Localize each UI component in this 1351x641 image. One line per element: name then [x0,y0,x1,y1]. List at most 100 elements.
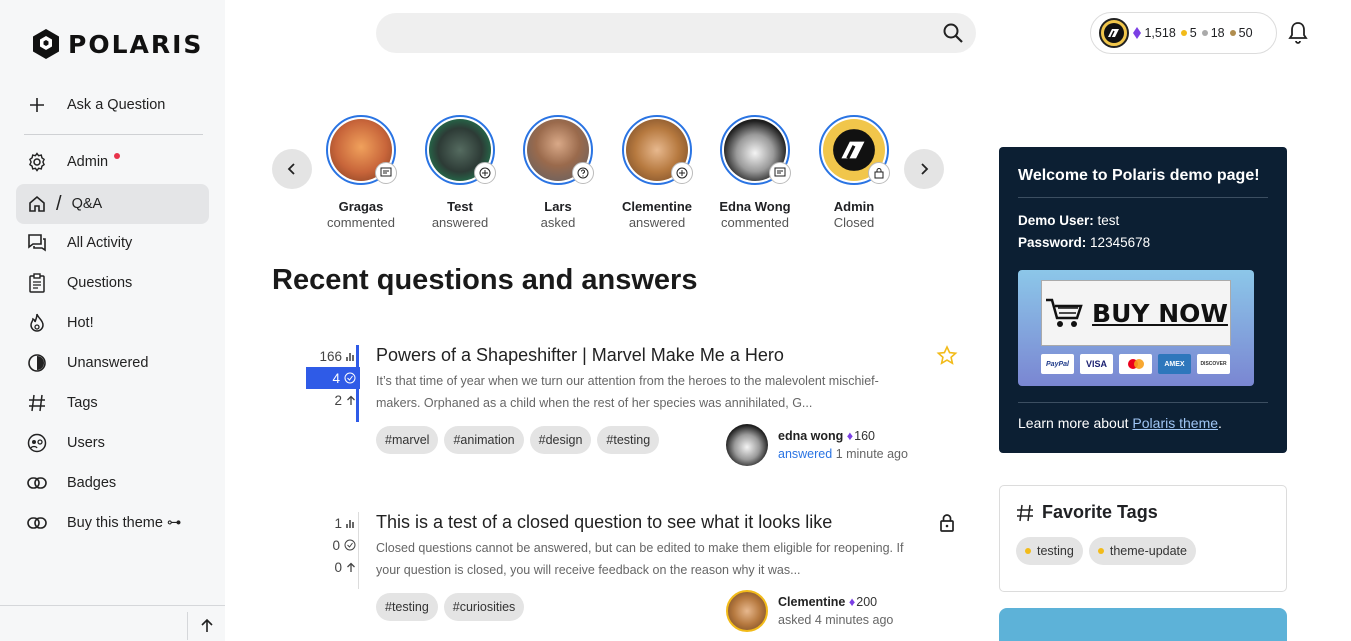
question-title-link[interactable]: Powers of a Shapeshifter | Marvel Make M… [376,345,784,366]
tag-dot-icon [1097,548,1104,554]
question-title-link[interactable]: This is a test of a closed question to s… [376,512,832,533]
bell-icon[interactable] [1286,20,1310,46]
story-action: commented [721,215,789,230]
favorite-tag-chip[interactable]: testing [1016,537,1083,565]
activity-link[interactable]: answered [778,447,832,461]
chat-icon [26,232,48,254]
question-icon [572,162,594,184]
sidebar-item-all-activity[interactable]: All Activity [16,223,209,263]
tag-chip[interactable]: #curiosities [443,593,525,621]
story-user-name: Lars [544,199,572,214]
demo-password-line: Password: 12345678 [1018,232,1268,254]
learn-more-text: Learn more about [1018,415,1129,431]
page-title: Recent questions and answers [272,264,698,296]
story-avatar-ring [720,115,791,185]
divider [1018,197,1268,198]
sidebar-item-admin[interactable]: Admin [16,142,209,182]
sidebar-item-label: Admin [67,154,109,170]
brand-logo[interactable]: POLARIS [32,28,203,60]
lock-icon [940,514,954,532]
star-icon[interactable] [936,345,958,367]
silver-dot-icon [1201,30,1208,36]
story-item[interactable]: Admin Closed [809,115,899,230]
sidebar-item-buy-theme[interactable]: Buy this theme ⊶ [16,503,209,543]
half-circle-icon [26,352,48,374]
author-name[interactable]: Clementine [778,595,845,609]
polaris-theme-link[interactable]: Polaris theme [1132,415,1218,431]
bar-chart-icon [346,353,354,361]
user-profile-pill[interactable]: 1,518 5 18 50 [1090,12,1277,54]
sidebar-item-label: Buy this theme ⊶ [67,515,182,531]
activity-time: 4 minutes ago [814,613,894,627]
sidebar-footer [0,605,225,641]
demo-user-line: Demo User: test [1018,210,1268,232]
gold-badges: 5 [1180,26,1197,40]
tag-chip[interactable]: #design [529,426,592,454]
amex-card-icon: AMEX [1158,354,1191,374]
story-user-name: Admin [833,199,875,214]
sidebar-item-unanswered[interactable]: Unanswered [16,343,209,383]
buy-now-banner[interactable]: BUY NOW PayPal VISA MC AMEX DISCOVER [1018,270,1254,386]
chevron-left-icon [287,163,295,175]
story-avatar-ring [326,115,397,185]
story-action: Closed [833,215,875,230]
story-item[interactable]: Lars asked [513,115,603,230]
avatar [1099,18,1129,48]
divider [1018,402,1268,403]
sidebar-item-label: Unanswered [67,355,149,371]
author-name[interactable]: edna wong [778,429,843,443]
scroll-to-top-button[interactable] [187,612,225,640]
clipboard-icon [26,272,48,294]
tag-chip[interactable]: #testing [597,426,660,454]
story-item[interactable]: Gragas commented [316,115,406,230]
gold-count: 5 [1189,26,1197,40]
avatar[interactable] [726,424,768,466]
stories-prev-button[interactable] [272,149,312,189]
users-icon [26,432,48,454]
search-input[interactable] [376,13,976,53]
plus-chat-icon [671,162,693,184]
sidebar-item-ask-question[interactable]: Ask a Question [16,85,209,125]
lock-icon [868,162,890,184]
visa-card-icon: VISA [1080,354,1113,374]
story-action: commented [327,215,395,230]
answers-stat: 4 [306,367,360,389]
sidebar-item-hot[interactable]: Hot! [16,303,209,343]
activity-link[interactable]: asked [778,613,811,627]
sidebar-item-label: Tags [67,395,98,411]
story-item[interactable]: Clementine answered [612,115,702,230]
votes-stat: 0 [306,556,360,578]
sidebar-item-users[interactable]: Users [16,423,209,463]
sidebar-item-questions[interactable]: Questions [16,263,209,303]
sidebar-item-tags[interactable]: Tags [16,383,209,423]
silver-badges: 18 [1201,26,1225,40]
gear-icon [26,151,48,173]
story-avatar-ring [819,115,890,185]
hash-icon [1017,504,1033,521]
sidebar-item-label: Ask a Question [67,97,166,113]
sidebar-item-badges[interactable]: Badges [16,463,209,503]
brand-name: POLARIS [68,29,204,59]
story-action: answered [628,215,686,230]
tag-chip[interactable]: #marvel [376,426,439,454]
story-user-name: Edna Wong [719,199,791,214]
favorite-tags-list: testing theme-update [1016,537,1270,565]
sidebar-item-qa[interactable]: / Q&A [16,184,209,224]
avatar[interactable] [726,590,768,632]
story-item[interactable]: Edna Wong commented [710,115,800,230]
sidebar-item-label: Q&A [71,196,103,212]
buy-now-button[interactable]: BUY NOW [1041,280,1231,346]
stories-next-button[interactable] [904,149,944,189]
tag-chip[interactable]: #animation [444,426,524,454]
story-user-name: Test [447,199,473,214]
answers-count: 0 [332,537,340,553]
paypal-card-icon: PayPal [1041,354,1074,374]
question-stats: 1 0 0 [306,512,360,578]
story-item[interactable]: Test answered [415,115,505,230]
favorite-tag-chip[interactable]: theme-update [1088,537,1196,565]
search-icon[interactable] [942,22,964,44]
tag-chip[interactable]: #testing [376,593,438,621]
views-stat: 1 [306,512,360,534]
tag-label: testing [1037,544,1074,558]
gold-dot-icon [1180,30,1187,36]
